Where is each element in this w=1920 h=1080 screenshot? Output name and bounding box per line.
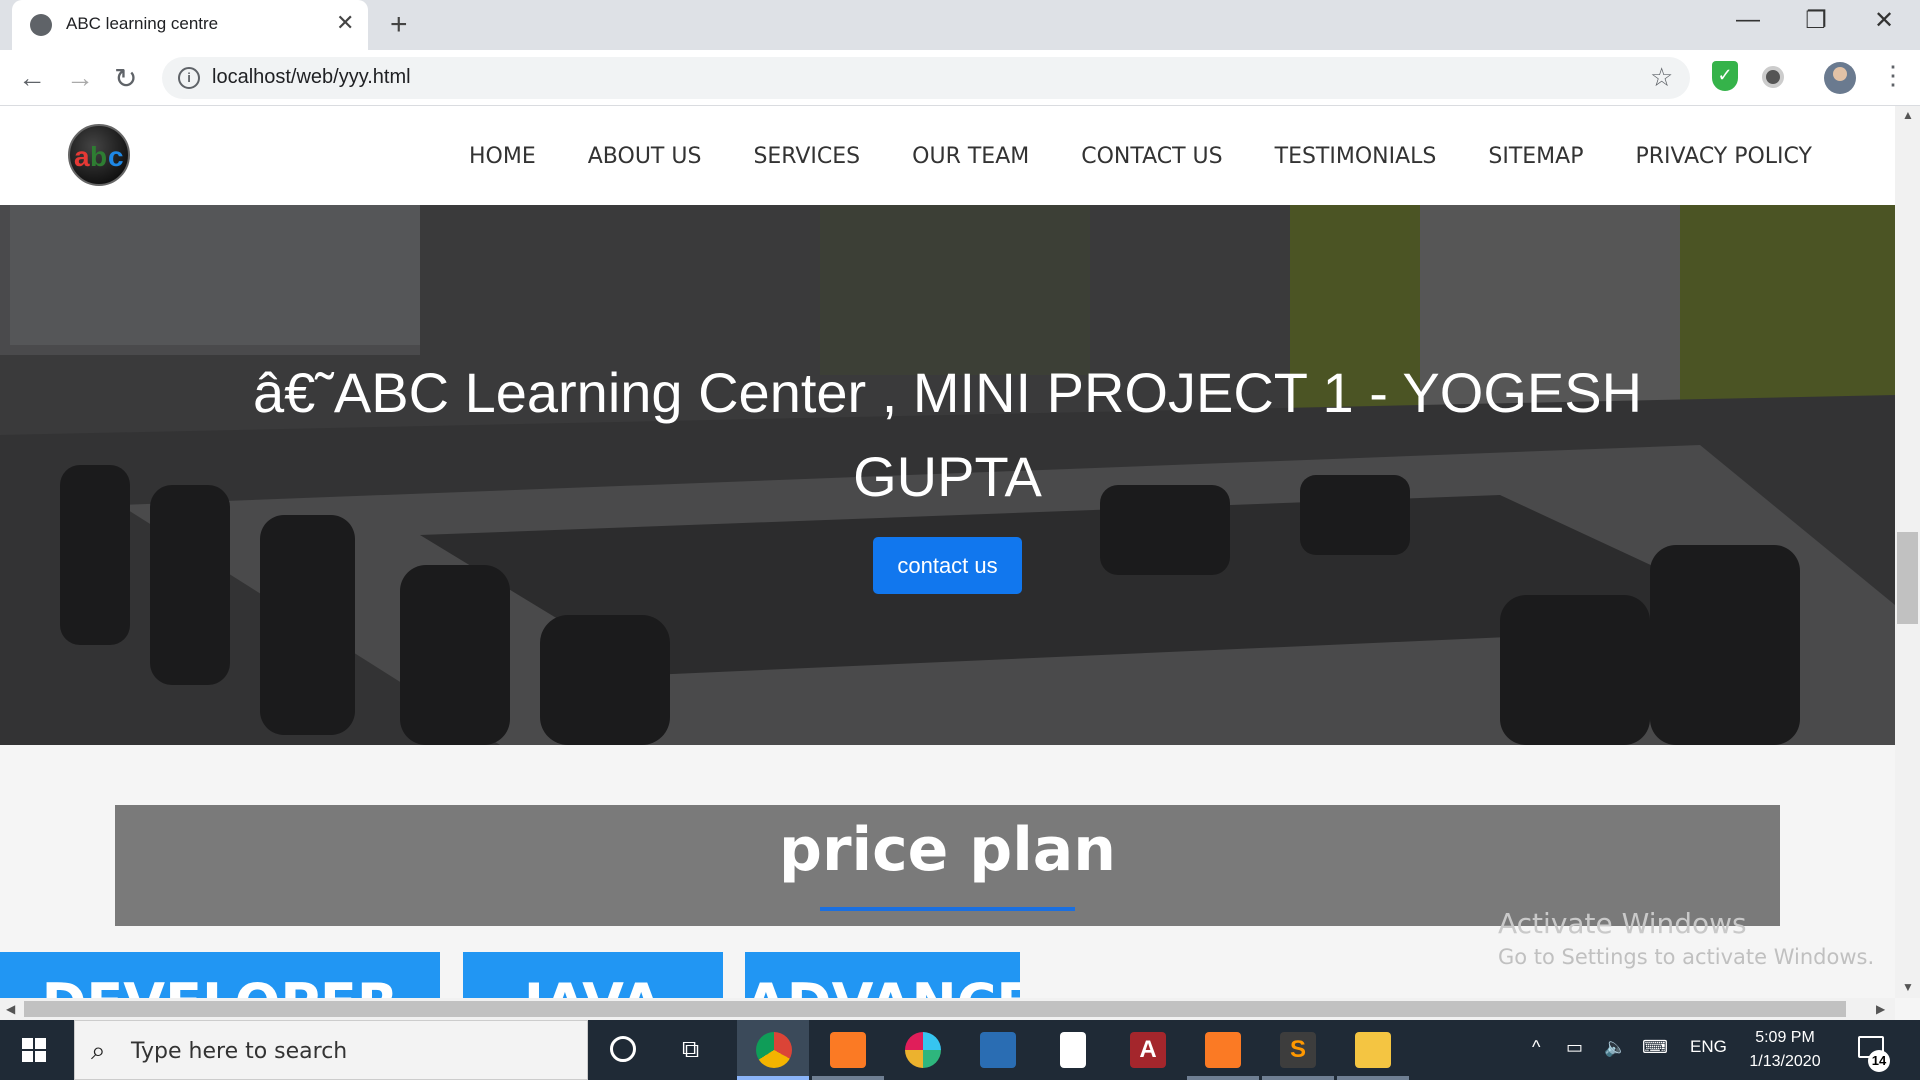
plan-card-java[interactable]: JAVA — [463, 952, 723, 998]
show-hidden-icons[interactable]: ^ — [1532, 1037, 1540, 1058]
nav-about-us[interactable]: ABOUT US — [588, 144, 702, 169]
volume-icon[interactable]: 🔈 — [1604, 1037, 1626, 1058]
bookmark-star-icon[interactable]: ☆ — [1650, 62, 1673, 93]
hero-title: â€˜ABC Learning Center , MINI PROJECT 1 … — [252, 361, 1643, 508]
cortana-icon[interactable] — [610, 1036, 636, 1062]
browser-tab[interactable]: ABC learning centre ✕ — [12, 0, 368, 50]
nav-privacy-policy[interactable]: PRIVACY POLICY — [1635, 144, 1812, 169]
nav-contact-us[interactable]: CONTACT US — [1081, 144, 1222, 169]
xampp-icon[interactable] — [830, 1032, 866, 1068]
card-title: DEVELOPER — [0, 972, 440, 998]
address-bar[interactable]: i localhost/web/yyy.html ☆ — [162, 57, 1690, 99]
shield-extension-icon[interactable]: ✓ — [1712, 61, 1738, 91]
back-icon[interactable]: ← — [18, 62, 46, 94]
minimize-button[interactable]: — — [1728, 6, 1768, 34]
plan-card-advanced[interactable]: ADVANCED — [745, 952, 1020, 998]
scroll-left-icon[interactable]: ◀ — [6, 1002, 15, 1016]
site-info-icon[interactable]: i — [178, 67, 200, 89]
profile-avatar[interactable] — [1824, 62, 1856, 94]
nav-sitemap[interactable]: SITEMAP — [1488, 144, 1583, 169]
windows-start-icon[interactable] — [22, 1038, 46, 1062]
access-icon[interactable]: A — [1130, 1032, 1166, 1068]
hero-banner: â€˜ABC Learning Center , MINI PROJECT 1 … — [0, 205, 1895, 745]
vertical-scroll-thumb[interactable] — [1897, 532, 1918, 624]
taskbar-search-box[interactable]: ⌕ Type here to search — [74, 1020, 588, 1080]
browser-menu-icon[interactable]: ⋮ — [1880, 60, 1906, 91]
logo-letter-a: a — [74, 141, 90, 172]
horizontal-scroll-thumb[interactable] — [24, 1001, 1846, 1017]
language-indicator[interactable]: ENG — [1690, 1037, 1727, 1057]
card-title: JAVA — [463, 972, 723, 998]
scroll-right-icon[interactable]: ▶ — [1876, 1002, 1885, 1016]
title-underline — [820, 907, 1075, 911]
tab-close-icon[interactable]: ✕ — [336, 10, 354, 36]
search-icon: ⌕ — [91, 1035, 106, 1065]
tab-title: ABC learning centre — [66, 14, 219, 33]
scroll-down-icon[interactable]: ▼ — [1902, 980, 1914, 994]
url-text[interactable]: localhost/web/yyy.html — [212, 66, 411, 89]
xampp-control-icon[interactable] — [1205, 1032, 1241, 1068]
windows-taskbar: ⌕ Type here to search ⧉ A S ^ ▭ 🔈 ⌨ ENG … — [0, 1020, 1920, 1080]
contact-us-button[interactable]: contact us — [873, 537, 1022, 594]
nav-links: HOME ABOUT US SERVICES OUR TEAM CONTACT … — [469, 144, 1812, 169]
browser-toolbar: ← → ↻ i localhost/web/yyy.html ☆ ✓ ⋮ — [0, 50, 1920, 106]
notification-count-badge: 14 — [1868, 1050, 1890, 1072]
nav-services[interactable]: SERVICES — [753, 144, 860, 169]
running-app-indicator — [1187, 1076, 1259, 1080]
file-explorer-icon[interactable] — [1355, 1032, 1391, 1068]
clock-date: 1/13/2020 — [1749, 1053, 1821, 1070]
activate-windows-subtitle: Go to Settings to activate Windows. — [1498, 945, 1875, 969]
forward-icon[interactable]: → — [66, 62, 94, 94]
clock-time: 5:09 PM — [1755, 1029, 1815, 1046]
reload-icon[interactable]: ↻ — [114, 62, 137, 95]
running-app-indicator — [812, 1076, 884, 1080]
abc-logo[interactable]: a b c — [68, 124, 130, 186]
activate-windows-title: Activate Windows — [1498, 907, 1747, 940]
tab-strip: ABC learning centre ✕ + — ❐ ✕ — [0, 0, 1920, 50]
restore-button[interactable]: ❐ — [1796, 6, 1836, 35]
search-placeholder: Type here to search — [131, 1039, 348, 1064]
plan-card-developer[interactable]: DEVELOPER — [0, 952, 440, 998]
card-title: ADVANCED — [745, 972, 1020, 998]
chrome-icon[interactable] — [756, 1032, 792, 1068]
running-app-indicator — [1337, 1076, 1409, 1080]
price-plan-title: price plan — [779, 815, 1116, 885]
active-app-indicator — [737, 1076, 809, 1080]
extension-circle-icon[interactable] — [1762, 66, 1784, 88]
globe-icon — [30, 14, 52, 36]
nav-our-team[interactable]: OUR TEAM — [912, 144, 1029, 169]
nav-testimonials[interactable]: TESTIMONIALS — [1275, 144, 1437, 169]
window-close-button[interactable]: ✕ — [1864, 6, 1904, 35]
slack-icon[interactable] — [905, 1032, 941, 1068]
new-tab-button[interactable]: + — [390, 8, 408, 42]
keyboard-icon[interactable]: ⌨ — [1642, 1037, 1668, 1058]
web-page: a b c HOME ABOUT US SERVICES OUR TEAM CO… — [0, 106, 1895, 998]
scroll-up-icon[interactable]: ▲ — [1902, 108, 1914, 122]
virtualbox-icon[interactable] — [980, 1032, 1016, 1068]
clock[interactable]: 5:09 PM 1/13/2020 — [1740, 1026, 1830, 1074]
nav-home[interactable]: HOME — [469, 144, 536, 169]
logo-letter-b: b — [90, 141, 108, 172]
running-app-indicator — [1262, 1076, 1334, 1080]
notepad-icon[interactable] — [1060, 1032, 1086, 1068]
logo-letter-c: c — [108, 141, 124, 172]
site-navbar: a b c HOME ABOUT US SERVICES OUR TEAM CO… — [0, 106, 1895, 205]
sublime-text-icon[interactable]: S — [1280, 1032, 1316, 1068]
task-view-icon[interactable]: ⧉ — [682, 1036, 699, 1064]
network-icon[interactable]: ▭ — [1566, 1037, 1583, 1058]
